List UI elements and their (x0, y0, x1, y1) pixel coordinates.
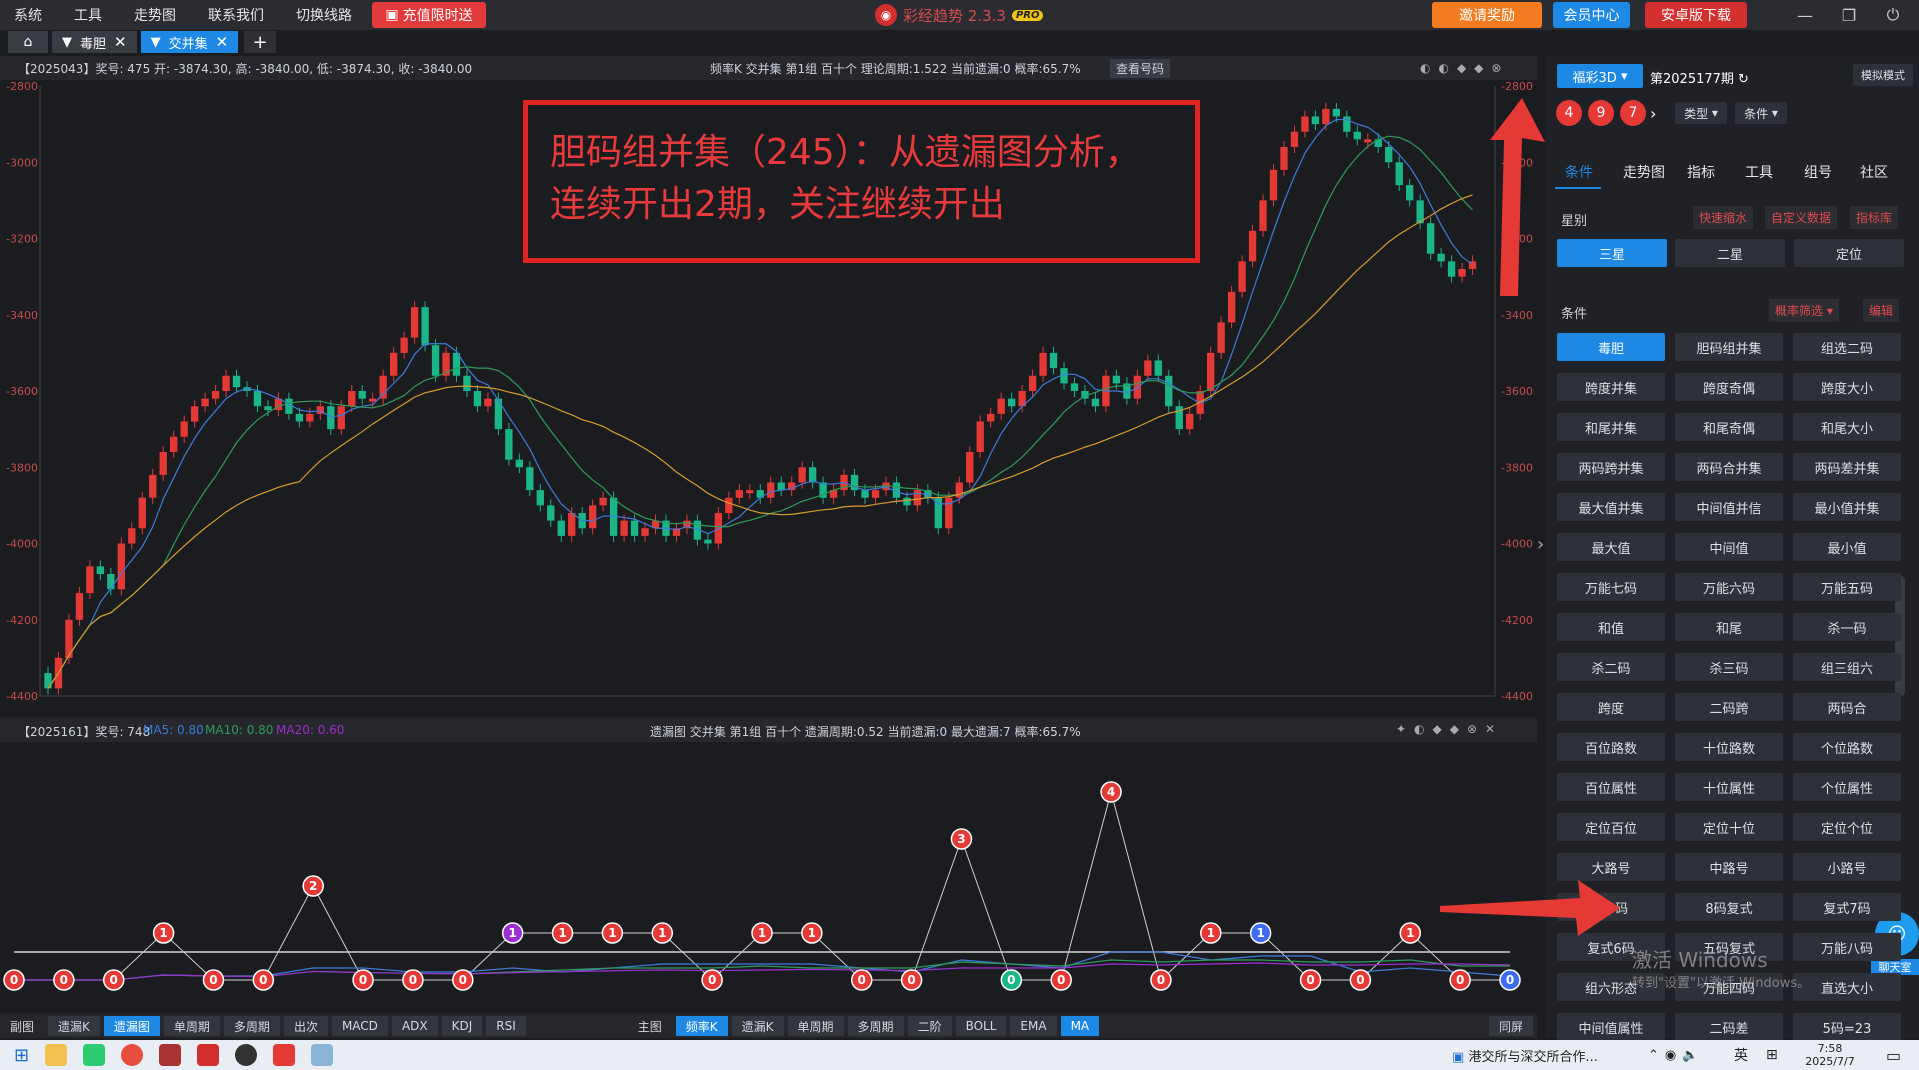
notification-icon[interactable]: ▭ (1886, 1046, 1901, 1065)
clock-time: 7:58 (1817, 1042, 1843, 1055)
windows-start-icon[interactable]: ⊞ (14, 1045, 29, 1066)
app-icon-1[interactable] (159, 1044, 182, 1066)
news-text: 港交所与深交所合作... (1468, 1049, 1598, 1065)
tray-icons[interactable]: ⌃◉🔈 (1648, 1048, 1704, 1063)
news-icon: ▣ (1452, 1049, 1465, 1065)
input-lang[interactable]: 英 (1734, 1045, 1748, 1065)
ime-icon[interactable]: ⊞ (1766, 1047, 1778, 1063)
news-widget[interactable]: ▣ 港交所与深交所合作... (1452, 1046, 1598, 1065)
qq-icon[interactable] (235, 1044, 258, 1066)
clock-date: 2025/7/7 (1805, 1055, 1855, 1068)
arrow-up (1490, 98, 1545, 296)
wps-icon[interactable] (273, 1044, 296, 1066)
notes-icon[interactable] (311, 1044, 334, 1066)
clock[interactable]: 7:58 2025/7/7 (1782, 1042, 1878, 1068)
wechat-icon[interactable] (83, 1044, 106, 1066)
file-explorer-icon[interactable] (45, 1044, 68, 1066)
arrow-right (1440, 880, 1620, 936)
browser-icon[interactable] (121, 1044, 144, 1066)
lottery-app-icon[interactable] (197, 1044, 220, 1066)
annotation-arrows (1440, 98, 1620, 936)
taskbar: ⊞ ▣ 港交所与深交所合作... ⌃◉🔈 英 ⊞ 7:58 2025/7/7 ▭ (0, 1040, 1919, 1070)
